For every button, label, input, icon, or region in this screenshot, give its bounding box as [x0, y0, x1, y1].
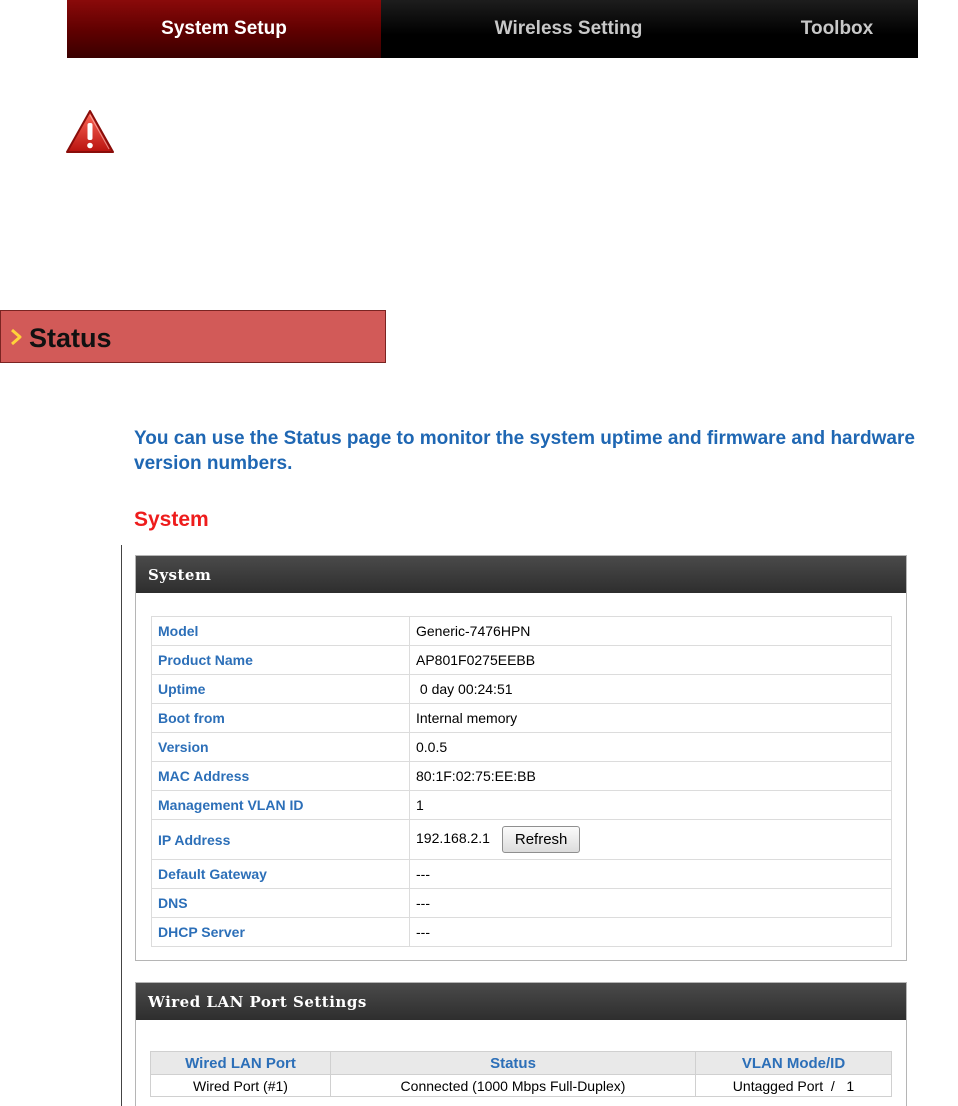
chevron-right-icon [1, 310, 31, 363]
system-info-table: Model Generic-7476HPN Product Name AP801… [151, 616, 892, 947]
row-value-management-vlan-id: 1 [409, 790, 892, 820]
table-row: IP Address 192.168.2.1 Refresh [151, 819, 892, 860]
column-header-wired-lan-port: Wired LAN Port [150, 1051, 331, 1075]
table-row: Product Name AP801F0275EEBB [151, 645, 892, 675]
row-value-default-gateway: --- [409, 859, 892, 889]
row-value-product-name: AP801F0275EEBB [409, 645, 892, 675]
intro-text: You can use the Status page to monitor t… [134, 428, 915, 474]
cell-wired-port: Wired Port (#1) [150, 1074, 331, 1097]
row-label-version: Version [151, 732, 410, 762]
tab-system-setup[interactable]: System Setup [67, 0, 381, 58]
row-value-mac-address: 80:1F:02:75:EE:BB [409, 761, 892, 791]
table-row: Boot from Internal memory [151, 703, 892, 733]
row-label-default-gateway: Default Gateway [151, 859, 410, 889]
row-label-model: Model [151, 616, 410, 646]
table-header-row: Wired LAN Port Status VLAN Mode/ID [150, 1051, 892, 1075]
system-panel-header: System [136, 556, 906, 593]
divider-line [121, 545, 122, 1106]
table-row: Default Gateway --- [151, 859, 892, 889]
tab-wireless-setting[interactable]: Wireless Setting [381, 0, 756, 58]
column-header-vlan-mode: VLAN Mode/ID [695, 1051, 892, 1075]
row-label-dhcp-server: DHCP Server [151, 917, 410, 947]
wired-lan-panel-header: Wired LAN Port Settings [136, 983, 906, 1020]
status-banner: Status [0, 310, 386, 363]
cell-vlan-mode: Untagged Port / 1 [695, 1074, 892, 1097]
tab-toolbox[interactable]: Toolbox [756, 0, 918, 58]
status-title: Status [29, 323, 112, 353]
row-value-boot-from: Internal memory [409, 703, 892, 733]
row-value-uptime: 0 day 00:24:51 [409, 674, 892, 704]
column-header-status: Status [330, 1051, 696, 1075]
cell-port-status: Connected (1000 Mbps Full-Duplex) [330, 1074, 696, 1097]
row-label-ip-address: IP Address [151, 819, 410, 860]
row-value-dns: --- [409, 888, 892, 918]
row-label-dns: DNS [151, 888, 410, 918]
row-value-dhcp-server: --- [409, 917, 892, 947]
wired-lan-table: Wired LAN Port Status VLAN Mode/ID Wired… [150, 1051, 892, 1097]
wired-lan-panel: Wired LAN Port Settings Wired LAN Port S… [135, 982, 907, 1106]
table-row: Wired Port (#1) Connected (1000 Mbps Ful… [150, 1074, 892, 1097]
table-row: Model Generic-7476HPN [151, 616, 892, 646]
warning-icon [66, 110, 114, 153]
row-value-ip-address-cell: 192.168.2.1 Refresh [409, 819, 892, 860]
row-label-mac-address: MAC Address [151, 761, 410, 791]
section-heading-system: System [134, 508, 209, 531]
row-value-ip-address: 192.168.2.1 [416, 830, 490, 847]
table-row: Management VLAN ID 1 [151, 790, 892, 820]
table-row: Version 0.0.5 [151, 732, 892, 762]
row-value-version: 0.0.5 [409, 732, 892, 762]
system-panel: System Model Generic-7476HPN Product Nam… [135, 555, 907, 961]
row-label-uptime: Uptime [151, 674, 410, 704]
refresh-button[interactable]: Refresh [501, 826, 581, 853]
row-label-boot-from: Boot from [151, 703, 410, 733]
table-row: DHCP Server --- [151, 917, 892, 947]
table-row: DNS --- [151, 888, 892, 918]
table-row: Uptime 0 day 00:24:51 [151, 674, 892, 704]
row-label-product-name: Product Name [151, 645, 410, 675]
row-value-model: Generic-7476HPN [409, 616, 892, 646]
row-label-management-vlan-id: Management VLAN ID [151, 790, 410, 820]
table-row: MAC Address 80:1F:02:75:EE:BB [151, 761, 892, 791]
top-nav: System Setup Wireless Setting Toolbox [67, 0, 918, 58]
